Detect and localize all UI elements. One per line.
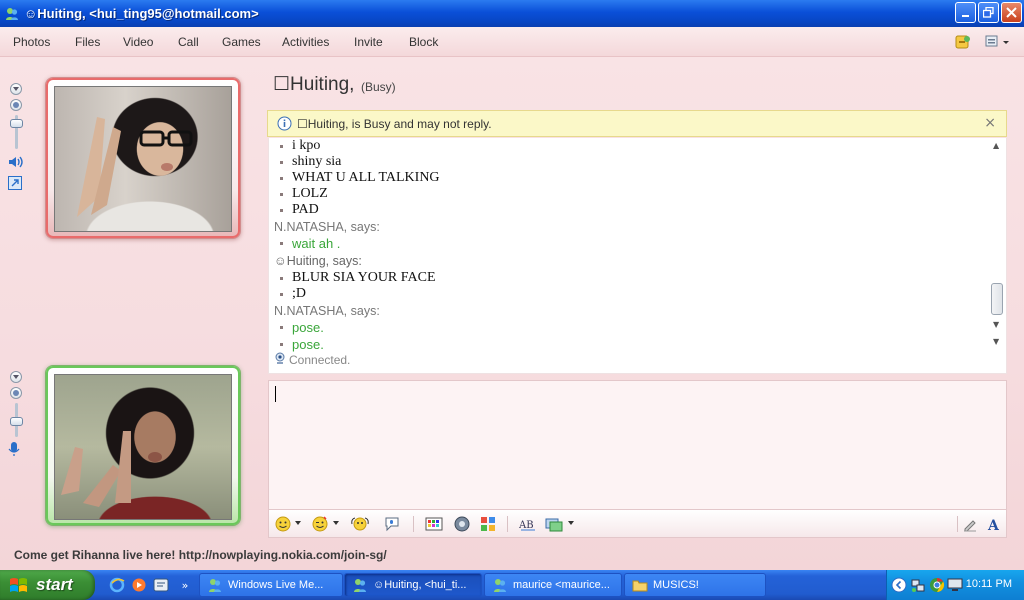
menu-block[interactable]: Block — [409, 35, 438, 49]
scroll-up-arrow[interactable]: ▲ — [993, 141, 999, 150]
task-maurice-conversation[interactable]: maurice <maurice... — [484, 573, 622, 597]
quicklaunch-more-chevron[interactable]: » — [176, 576, 194, 594]
webcam-icon[interactable] — [10, 99, 22, 111]
menu-call[interactable]: Call — [178, 35, 199, 49]
busy-notice-text: ☐Huiting, is Busy and may not reply. — [297, 116, 492, 131]
menu-files[interactable]: Files — [75, 35, 100, 49]
send-file-icon[interactable] — [545, 515, 563, 533]
display-icon[interactable] — [947, 577, 963, 596]
connection-status: Connected. — [274, 352, 350, 367]
task-musics-folder[interactable]: MUSICS! — [624, 573, 766, 597]
games-icon[interactable] — [453, 515, 471, 533]
folder-icon — [632, 577, 648, 593]
my-webcam-icon[interactable] — [10, 387, 22, 399]
speaker-volume-slider[interactable] — [9, 115, 23, 149]
background-icon[interactable] — [425, 515, 443, 533]
menu-bar: Photos Files Video Call Games Activities… — [0, 27, 1024, 57]
ink-pen-icon[interactable] — [961, 515, 979, 533]
task-windows-live-messenger[interactable]: Windows Live Me... — [199, 573, 343, 597]
system-tray: 10:11 PM — [886, 570, 1024, 600]
wink-dropdown[interactable] — [333, 521, 339, 525]
send-file-dropdown[interactable] — [568, 521, 574, 525]
conversation-history[interactable]: i kpo shiny sia WHAT U ALL TALKING LOLZ … — [268, 138, 1007, 374]
message-input[interactable] — [268, 380, 1007, 510]
emoticon-dropdown[interactable] — [295, 521, 301, 525]
collapse-display-picture-button[interactable] — [10, 83, 22, 95]
contact-video-controls — [8, 83, 24, 197]
messenger-icon — [4, 6, 20, 22]
close-button[interactable] — [1001, 2, 1022, 23]
scrollbar-thumb[interactable] — [991, 283, 1003, 315]
self-video-controls — [8, 371, 24, 464]
svg-text:AB: AB — [519, 520, 534, 531]
self-webcam-video — [54, 374, 232, 520]
clock: 10:11 PM — [965, 578, 1012, 590]
expand-video-icon[interactable] — [8, 176, 24, 193]
info-icon — [277, 116, 292, 131]
mic-volume-slider[interactable] — [9, 403, 23, 437]
menu-games[interactable]: Games — [222, 35, 261, 49]
webcam-connected-icon — [274, 352, 286, 367]
media-player-icon[interactable] — [130, 576, 148, 594]
scroll-down-arrow[interactable]: ▼ — [993, 320, 999, 329]
contact-video-frame — [45, 77, 241, 239]
menu-video[interactable]: Video — [123, 35, 153, 49]
restore-button[interactable] — [978, 2, 999, 23]
text-caret — [275, 386, 276, 402]
internet-explorer-icon[interactable] — [108, 576, 126, 594]
contact-status: (Busy) — [361, 80, 396, 94]
conversation-icon — [352, 577, 368, 593]
scroll-end-arrow[interactable]: ▼ — [993, 337, 999, 346]
busy-notice-bar: ☐Huiting, is Busy and may not reply. × — [267, 110, 1007, 137]
ad-link[interactable]: Come get Rihanna live here! http://nowpl… — [14, 548, 387, 562]
network-icon[interactable] — [910, 577, 926, 596]
emoticon-icon[interactable] — [274, 515, 292, 533]
task-huiting-conversation[interactable]: ☺Huiting, <hui_ti... — [344, 573, 482, 597]
contact-name: ☐Huiting, — [273, 74, 355, 95]
svg-text:A: A — [987, 518, 1000, 532]
menu-activities[interactable]: Activities — [282, 35, 329, 49]
microphone-icon[interactable] — [8, 441, 24, 460]
activities-icon[interactable] — [479, 515, 497, 533]
start-button[interactable]: start — [0, 570, 95, 600]
compose-toolbar: AB A — [268, 510, 1007, 538]
nudge-icon[interactable] — [351, 515, 369, 533]
speaker-icon[interactable] — [8, 155, 24, 172]
taskbar: start » Windows Live Me... ☺Huiting, <hu… — [0, 570, 1024, 600]
menu-invite[interactable]: Invite — [354, 35, 383, 49]
collapse-my-picture-button[interactable] — [10, 371, 22, 383]
chrome-icon[interactable] — [929, 577, 945, 596]
winks-icon[interactable] — [954, 33, 972, 54]
tray-expand-icon[interactable] — [891, 577, 907, 596]
voice-clip-icon[interactable] — [383, 515, 401, 533]
self-video-frame — [45, 365, 241, 526]
messenger-icon — [207, 577, 223, 593]
start-label: start — [36, 575, 73, 594]
minimize-button[interactable] — [955, 2, 976, 23]
conversation-scrollbar[interactable]: ▲ ▼ ▼ — [989, 138, 1006, 373]
window-title: ☺Huiting, <hui_ting95@hotmail.com> — [24, 6, 259, 21]
dismiss-notice-button[interactable]: × — [984, 115, 996, 131]
windows-logo-icon — [8, 576, 30, 594]
handwriting-icon[interactable]: AB — [519, 515, 537, 533]
font-icon[interactable]: A — [985, 515, 1003, 533]
conversation-icon — [492, 577, 508, 593]
menu-photos[interactable]: Photos — [13, 35, 50, 49]
title-bar: ☺Huiting, <hui_ting95@hotmail.com> — [0, 0, 1024, 27]
wink-icon[interactable] — [311, 515, 329, 533]
contact-webcam-video — [54, 86, 232, 232]
options-menu-icon[interactable] — [984, 33, 1010, 54]
messenger-quicklaunch-icon[interactable] — [152, 576, 170, 594]
